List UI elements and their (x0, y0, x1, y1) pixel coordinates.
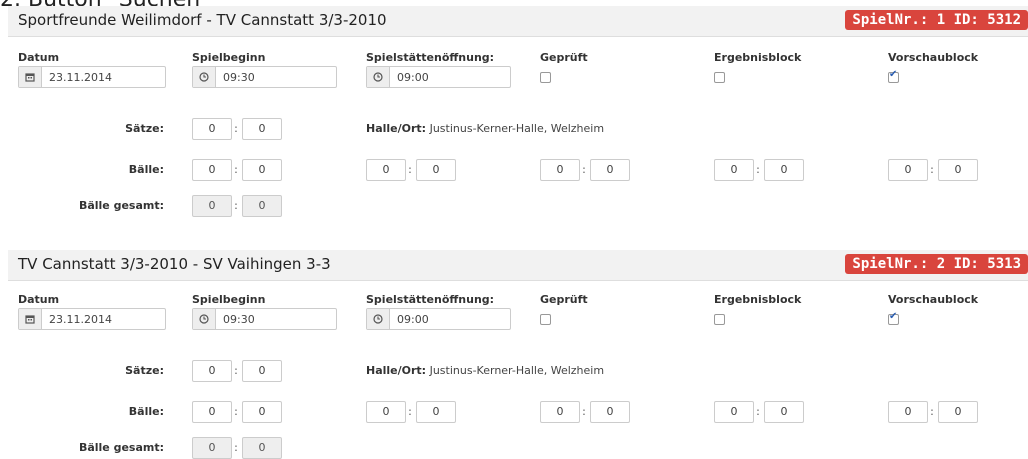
score-separator: : (234, 122, 238, 135)
score-separator: : (930, 163, 934, 176)
label-baelle-gesamt: Bälle gesamt: (78, 199, 164, 212)
label-spielbeginn: Spielbeginn (192, 293, 266, 306)
match-id-badge: SpielNr.: 1 ID: 5312 (845, 10, 1028, 30)
baelle-set-1-home[interactable]: 0 (192, 401, 232, 423)
label-baelle: Bälle: (128, 163, 164, 176)
oeffnung-input[interactable]: 09:00 (366, 308, 511, 330)
baelle-set-5-home[interactable]: 0 (888, 159, 928, 181)
halle-label: Halle/Ort: (366, 364, 427, 377)
vorschaublock-checkbox[interactable] (888, 69, 899, 83)
oeffnung-value: 09:00 (397, 313, 429, 326)
label-vorschaublock: Vorschaublock (888, 51, 979, 64)
datum-value: 23.11.2014 (49, 313, 112, 326)
geprueft-checkbox[interactable] (540, 72, 551, 83)
baelle-gesamt-home: 0 (192, 195, 232, 217)
saetze-home[interactable]: 0 (192, 360, 232, 382)
score-separator: : (234, 199, 238, 212)
saetze-away[interactable]: 0 (242, 118, 282, 140)
baelle-gesamt-away: 0 (242, 195, 282, 217)
baelle-set-3-away[interactable]: 0 (590, 159, 630, 181)
score-separator: : (756, 405, 760, 418)
baelle-set-2-home[interactable]: 0 (366, 401, 406, 423)
score-separator: : (582, 163, 586, 176)
baelle-set-3-home[interactable]: 0 (540, 159, 580, 181)
score-separator: : (930, 405, 934, 418)
score-separator: : (408, 163, 412, 176)
datum-input[interactable]: 23.11.2014 (18, 66, 166, 88)
baelle-set-1-away[interactable]: 0 (242, 159, 282, 181)
halle-label: Halle/Ort: (366, 122, 427, 135)
label-baelle: Bälle: (128, 405, 164, 418)
spielbeginn-value: 09:30 (223, 71, 255, 84)
label-oeffnung: Spielstättenöffnung: (366, 293, 495, 306)
baelle-set-3-home[interactable]: 0 (540, 401, 580, 423)
label-geprueft: Geprüft (540, 293, 588, 306)
baelle-set-5-away[interactable]: 0 (938, 159, 978, 181)
match-header: TV Cannstatt 3/3-2010 - SV Vaihingen 3-3… (8, 250, 1028, 281)
halle-ort: Halle/Ort: Justinus-Kerner-Halle, Welzhe… (366, 364, 604, 377)
calendar-icon[interactable] (19, 309, 42, 329)
score-separator: : (234, 364, 238, 377)
label-datum: Datum (18, 51, 60, 64)
ergebnisblock-checkbox[interactable] (714, 72, 725, 83)
score-separator: : (756, 163, 760, 176)
halle-value: Justinus-Kerner-Halle, Welzheim (429, 122, 605, 135)
oeffnung-value: 09:00 (397, 71, 429, 84)
match-title: TV Cannstatt 3/3-2010 - SV Vaihingen 3-3 (18, 255, 331, 273)
halle-ort: Halle/Ort: Justinus-Kerner-Halle, Welzhe… (366, 122, 604, 135)
clock-icon[interactable] (193, 67, 216, 87)
datum-input[interactable]: 23.11.2014 (18, 308, 166, 330)
datum-value: 23.11.2014 (49, 71, 112, 84)
saetze-home[interactable]: 0 (192, 118, 232, 140)
baelle-set-2-away[interactable]: 0 (416, 159, 456, 181)
vorschaublock-checkbox[interactable] (888, 311, 899, 325)
baelle-set-2-away[interactable]: 0 (416, 401, 456, 423)
label-datum: Datum (18, 293, 60, 306)
label-oeffnung: Spielstättenöffnung: (366, 51, 495, 64)
score-separator: : (234, 441, 238, 454)
clock-icon[interactable] (193, 309, 216, 329)
match-header: Sportfreunde Weilimdorf - TV Cannstatt 3… (8, 6, 1028, 37)
baelle-set-4-home[interactable]: 0 (714, 159, 754, 181)
calendar-icon[interactable] (19, 67, 42, 87)
clock-icon[interactable] (367, 309, 390, 329)
baelle-gesamt-away: 0 (242, 437, 282, 459)
baelle-set-2-home[interactable]: 0 (366, 159, 406, 181)
label-vorschaublock: Vorschaublock (888, 293, 979, 306)
label-saetze: Sätze: (125, 364, 164, 377)
label-ergebnisblock: Ergebnisblock (714, 51, 802, 64)
baelle-gesamt-home: 0 (192, 437, 232, 459)
score-separator: : (408, 405, 412, 418)
ergebnisblock-checkbox[interactable] (714, 314, 725, 325)
score-separator: : (582, 405, 586, 418)
spielbeginn-input[interactable]: 09:30 (192, 66, 337, 88)
saetze-away[interactable]: 0 (242, 360, 282, 382)
baelle-set-3-away[interactable]: 0 (590, 401, 630, 423)
baelle-set-5-away[interactable]: 0 (938, 401, 978, 423)
label-geprueft: Geprüft (540, 51, 588, 64)
spielbeginn-value: 09:30 (223, 313, 255, 326)
baelle-set-5-home[interactable]: 0 (888, 401, 928, 423)
halle-value: Justinus-Kerner-Halle, Welzheim (429, 364, 605, 377)
label-spielbeginn: Spielbeginn (192, 51, 266, 64)
baelle-set-4-away[interactable]: 0 (764, 401, 804, 423)
geprueft-checkbox[interactable] (540, 314, 551, 325)
match-id-badge: SpielNr.: 2 ID: 5313 (845, 254, 1028, 274)
label-saetze: Sätze: (125, 122, 164, 135)
score-separator: : (234, 405, 238, 418)
spielbeginn-input[interactable]: 09:30 (192, 308, 337, 330)
label-baelle-gesamt: Bälle gesamt: (78, 441, 164, 454)
label-ergebnisblock: Ergebnisblock (714, 293, 802, 306)
baelle-set-4-home[interactable]: 0 (714, 401, 754, 423)
oeffnung-input[interactable]: 09:00 (366, 66, 511, 88)
baelle-set-4-away[interactable]: 0 (764, 159, 804, 181)
baelle-set-1-home[interactable]: 0 (192, 159, 232, 181)
score-separator: : (234, 163, 238, 176)
baelle-set-1-away[interactable]: 0 (242, 401, 282, 423)
clock-icon[interactable] (367, 67, 390, 87)
match-title: Sportfreunde Weilimdorf - TV Cannstatt 3… (18, 11, 387, 29)
